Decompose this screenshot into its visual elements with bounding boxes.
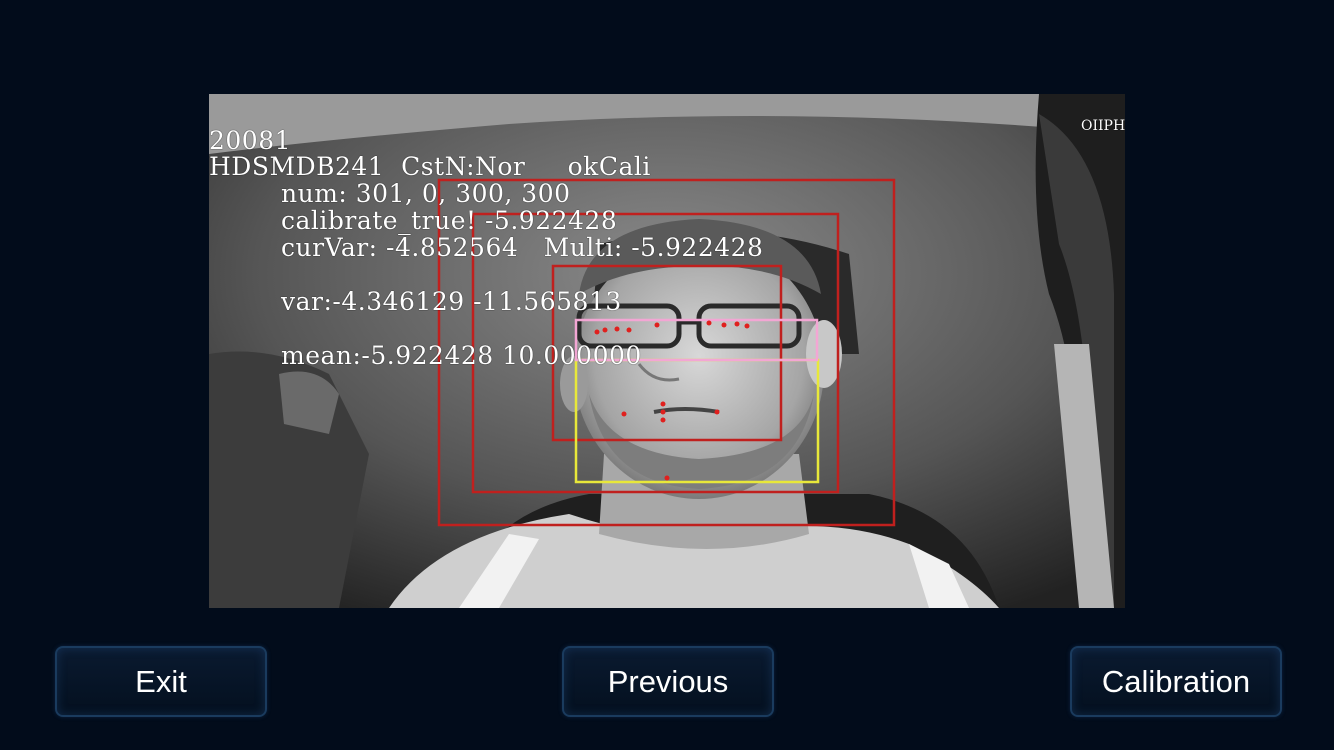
- osd-num-line: num: 301, 0, 300, 300: [281, 179, 571, 208]
- camera-feed: 20081 HDSMDB241 CstN:Nor okCali num: 301…: [209, 94, 1125, 608]
- exit-button[interactable]: Exit: [55, 646, 267, 717]
- calibration-button[interactable]: Calibration: [1070, 646, 1282, 717]
- osd-status-line: HDSMDB241 CstN:Nor okCali: [209, 152, 651, 181]
- osd-mean-line: mean:-5.922428 10.000000: [281, 341, 642, 370]
- osd-var-line: var:-4.346129 -11.565813: [281, 287, 622, 316]
- osd-curvar-line: curVar: -4.852564 Multi: -5.922428: [281, 233, 764, 262]
- osd-corner-tag: OIIPH: [1081, 118, 1125, 134]
- previous-button[interactable]: Previous: [562, 646, 774, 717]
- osd-calibrate-line: calibrate_true! -5.922428: [281, 206, 618, 235]
- osd-frame-id: 20081: [209, 126, 292, 155]
